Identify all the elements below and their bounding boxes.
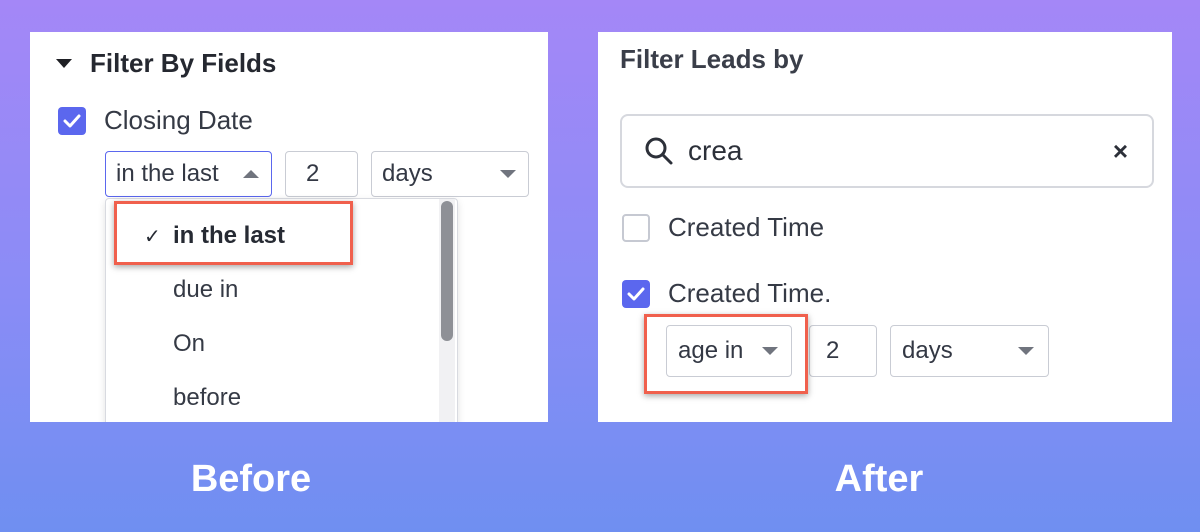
close-icon[interactable]: × bbox=[1113, 136, 1128, 167]
amount-input[interactable]: 2 bbox=[809, 325, 877, 377]
search-icon bbox=[645, 137, 673, 165]
chevron-down-icon bbox=[762, 347, 778, 355]
created-time-dot-label: Created Time. bbox=[668, 278, 832, 308]
search-input[interactable]: crea × bbox=[620, 114, 1154, 188]
unit-select[interactable]: days bbox=[371, 151, 529, 197]
closing-date-checkbox[interactable] bbox=[58, 106, 86, 135]
unit-select-value: days bbox=[902, 337, 953, 364]
amount-input-value: 2 bbox=[826, 337, 840, 364]
unit-select-value: days bbox=[382, 160, 433, 187]
before-caption: Before bbox=[190, 458, 312, 500]
after-caption: After bbox=[834, 458, 924, 500]
check-icon: ✓ bbox=[144, 225, 161, 248]
filter-title: Filter Leads by bbox=[620, 44, 804, 74]
chevron-down-icon bbox=[1018, 347, 1034, 355]
closing-date-label: Closing Date bbox=[104, 105, 253, 135]
created-time-dot-row: Created Time. bbox=[622, 278, 831, 309]
created-time-label: Created Time bbox=[668, 212, 825, 242]
section-title: Filter By Fields bbox=[90, 48, 277, 78]
created-time-dot-checkbox[interactable] bbox=[622, 279, 650, 308]
closing-date-row: Closing Date bbox=[58, 105, 253, 136]
checkmark-icon bbox=[627, 287, 645, 300]
chevron-up-icon bbox=[243, 170, 259, 178]
dropdown-option-label: due in bbox=[173, 276, 239, 303]
dropdown-option-label: in the last bbox=[173, 222, 286, 249]
scrollbar-thumb[interactable] bbox=[441, 201, 453, 341]
condition-select[interactable]: age in bbox=[666, 325, 792, 377]
condition-select-value: in the last bbox=[116, 160, 219, 187]
dropdown-option-label: before bbox=[173, 384, 242, 411]
condition-select-value: age in bbox=[678, 337, 744, 364]
dropdown-option-on[interactable]: On bbox=[106, 317, 436, 371]
checkmark-icon bbox=[63, 114, 81, 127]
dropdown-option-before[interactable]: before bbox=[106, 371, 436, 422]
amount-input-value: 2 bbox=[306, 160, 320, 187]
search-value: crea bbox=[688, 135, 743, 166]
created-time-row: Created Time bbox=[622, 212, 824, 243]
dropdown-scrollbar[interactable] bbox=[439, 199, 455, 422]
after-panel: Filter Leads by crea × Created Time Crea… bbox=[598, 32, 1172, 422]
amount-input[interactable]: 2 bbox=[285, 151, 358, 197]
dropdown-option-in-the-last[interactable]: ✓ in the last bbox=[106, 209, 436, 263]
created-time-checkbox[interactable] bbox=[622, 213, 650, 242]
unit-select[interactable]: days bbox=[890, 325, 1049, 377]
dropdown-option-label: On bbox=[173, 330, 206, 357]
chevron-down-icon bbox=[500, 170, 516, 178]
before-panel: Filter By Fields Closing Date in the las… bbox=[30, 32, 548, 422]
condition-dropdown-menu: ✓ in the last due in On before bbox=[105, 198, 458, 422]
dropdown-option-due-in[interactable]: due in bbox=[106, 263, 436, 317]
section-header[interactable]: Filter By Fields bbox=[56, 48, 276, 79]
condition-select[interactable]: in the last bbox=[105, 151, 272, 197]
collapse-triangle-icon[interactable] bbox=[56, 59, 72, 68]
